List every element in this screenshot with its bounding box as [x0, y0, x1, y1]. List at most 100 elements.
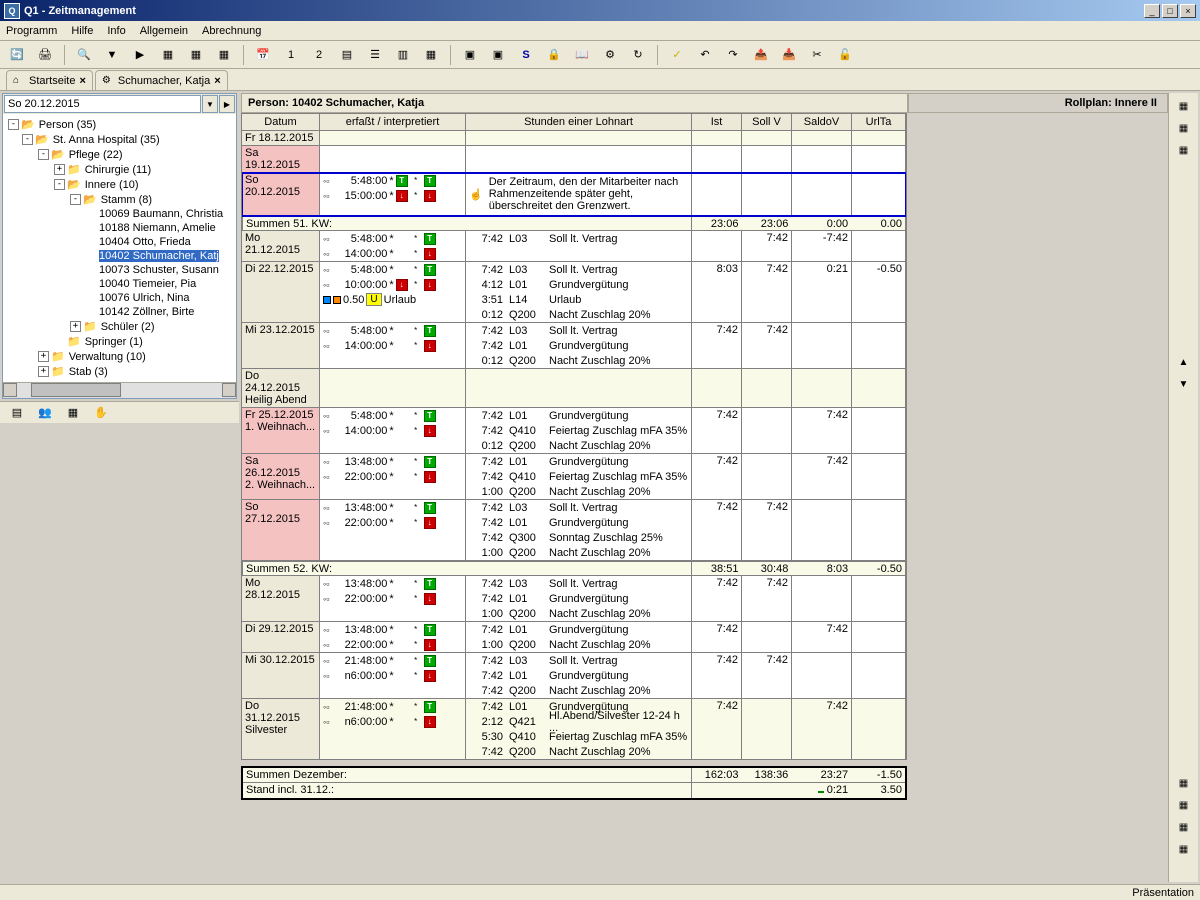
time-entry[interactable]: ◦▫5:48:00**T: [320, 408, 465, 423]
time-entry[interactable]: ◦▫22:00:00**↓: [320, 637, 465, 652]
person-tree[interactable]: -Person (35)-St. Anna Hospital (35)-Pfle…: [3, 114, 236, 382]
toolbar-filter-icon[interactable]: ▼: [101, 44, 123, 66]
tree-folder-item[interactable]: -St. Anna Hospital (35): [6, 132, 233, 147]
time-entry[interactable]: ◦▫21:48:00**T: [320, 699, 465, 714]
scroll-right-button[interactable]: [222, 383, 236, 397]
toolbar-s-icon[interactable]: S: [515, 44, 537, 66]
grid-row[interactable]: Di 22.12.2015◦▫5:48:00**T◦▫10:00:00*↓*↓ …: [242, 262, 906, 323]
expand-icon[interactable]: -: [8, 119, 19, 130]
time-entry[interactable]: ◦▫13:48:00**T: [320, 622, 465, 637]
time-entry[interactable]: ◦▫13:48:00**T: [320, 500, 465, 515]
sidebar-btn5-icon[interactable]: ▦: [1173, 796, 1195, 814]
toolbar-list-icon[interactable]: ☰: [364, 44, 386, 66]
time-entry[interactable]: ◦▫13:48:00**T: [320, 454, 465, 469]
toolbar-cal2-icon[interactable]: 2: [308, 44, 330, 66]
tree-person-item[interactable]: 10188 Niemann, Amelie: [6, 221, 233, 235]
scroll-thumb[interactable]: [31, 383, 121, 397]
time-entry[interactable]: ◦▫15:00:00*↓*↓: [320, 188, 465, 203]
grid-row[interactable]: Sa 19.12.2015: [242, 146, 906, 173]
menu-allgemein[interactable]: Allgemein: [140, 25, 188, 37]
col-header-sollv[interactable]: Soll V: [742, 114, 792, 130]
toolbar-columns-icon[interactable]: ▥: [392, 44, 414, 66]
close-icon[interactable]: ×: [214, 75, 220, 87]
grid-row[interactable]: Fr 25.12.20151. Weihnach...◦▫5:48:00**T◦…: [242, 408, 906, 454]
col-header-date[interactable]: Datum: [242, 114, 320, 130]
col-header-saldov[interactable]: SaldoV: [792, 114, 852, 130]
col-header-ist[interactable]: Ist: [692, 114, 742, 130]
tree-folder-item[interactable]: +Verwaltung (10): [6, 349, 233, 364]
expand-icon[interactable]: -: [70, 194, 81, 205]
tab-startseite[interactable]: ⌂ Startseite ×: [6, 70, 93, 90]
menu-hilfe[interactable]: Hilfe: [71, 25, 93, 37]
toolbar-refresh-icon[interactable]: 🔄: [6, 44, 28, 66]
grid-row[interactable]: Mo 28.12.2015◦▫13:48:00**T◦▫22:00:00**↓7…: [242, 576, 906, 622]
expand-icon[interactable]: -: [54, 179, 65, 190]
expand-icon[interactable]: +: [70, 321, 81, 332]
tree-folder-item[interactable]: +Stab (3): [6, 364, 233, 379]
time-entry[interactable]: ◦▫22:00:00**↓: [320, 515, 465, 530]
time-entry[interactable]: ◦▫13:48:00**T: [320, 576, 465, 591]
tree-view2-icon[interactable]: 👥: [34, 404, 56, 422]
tree-person-item[interactable]: 10404 Otto, Frieda: [6, 235, 233, 249]
toolbar-grid2-icon[interactable]: ▦: [185, 44, 207, 66]
tree-hand-icon[interactable]: ✋: [90, 404, 112, 422]
date-input[interactable]: [4, 95, 201, 113]
horizontal-scrollbar[interactable]: [3, 382, 236, 398]
time-entry[interactable]: ◦▫21:48:00**T: [320, 653, 465, 668]
toolbar-plan2-icon[interactable]: ▣: [487, 44, 509, 66]
grid-row[interactable]: Do 24.12.2015Heilig Abend: [242, 369, 906, 408]
tree-person-item[interactable]: 10040 Tiemeier, Pia: [6, 277, 233, 291]
time-entry[interactable]: ◦▫22:00:00**↓: [320, 591, 465, 606]
col-header-stunden[interactable]: Stunden einer Lohnart: [466, 114, 692, 130]
toolbar-lock-icon[interactable]: 🔒: [543, 44, 565, 66]
toolbar-export-icon[interactable]: 📤: [750, 44, 772, 66]
time-entry[interactable]: ◦▫10:00:00*↓*↓: [320, 277, 465, 292]
toolbar-grid3-icon[interactable]: ▦: [213, 44, 235, 66]
toolbar-unlock-icon[interactable]: 🔓: [834, 44, 856, 66]
menu-abrechnung[interactable]: Abrechnung: [202, 25, 261, 37]
tree-folder-item[interactable]: -Pflege (22): [6, 147, 233, 162]
grid-row[interactable]: So 27.12.2015◦▫13:48:00**T◦▫22:00:00**↓7…: [242, 500, 906, 561]
toolbar-check-icon[interactable]: ✓: [666, 44, 688, 66]
toolbar-grid4-icon[interactable]: ▦: [420, 44, 442, 66]
time-entry[interactable]: ◦▫14:00:00**↓: [320, 246, 465, 261]
grid-row[interactable]: Mi 23.12.2015◦▫5:48:00**T◦▫14:00:00**↓7:…: [242, 323, 906, 369]
tree-folder-item[interactable]: +Chirurgie (11): [6, 162, 233, 177]
toolbar-plan1-icon[interactable]: ▣: [459, 44, 481, 66]
grid-body[interactable]: Fr 18.12.2015Sa 19.12.2015So 20.12.2015◦…: [241, 131, 907, 760]
time-entry[interactable]: ◦▫n6:00:00**↓: [320, 668, 465, 683]
grid-row[interactable]: Fr 18.12.2015: [242, 131, 906, 146]
time-entry[interactable]: ◦▫n6:00:00**↓: [320, 714, 465, 729]
tree-person-item[interactable]: 10142 Zöllner, Birte: [6, 305, 233, 319]
tree-folder-item[interactable]: -Stamm (8): [6, 192, 233, 207]
date-go-button[interactable]: ▶: [219, 95, 235, 113]
tab-person[interactable]: ⚙ Schumacher, Katja ×: [95, 70, 228, 90]
toolbar-calendar-icon[interactable]: 📅: [252, 44, 274, 66]
tree-folder-item[interactable]: -Innere (10): [6, 177, 233, 192]
tree-folder-item[interactable]: -Person (35): [6, 117, 233, 132]
toolbar-import-icon[interactable]: 📥: [778, 44, 800, 66]
sidebar-btn7-icon[interactable]: ▦: [1173, 840, 1195, 858]
grid-row[interactable]: Do 31.12.2015Silvester◦▫21:48:00**T◦▫n6:…: [242, 699, 906, 760]
expand-icon[interactable]: -: [38, 149, 49, 160]
sidebar-down-icon[interactable]: ▼: [1173, 375, 1195, 393]
time-entry[interactable]: ◦▫14:00:00**↓: [320, 423, 465, 438]
time-entry[interactable]: ◦▫5:48:00**T: [320, 323, 465, 338]
toolbar-grid1-icon[interactable]: ▦: [157, 44, 179, 66]
col-header-urlta[interactable]: UrlTa: [852, 114, 906, 130]
toolbar-redo-icon[interactable]: ↷: [722, 44, 744, 66]
toolbar-table-icon[interactable]: ▤: [336, 44, 358, 66]
sidebar-up-icon[interactable]: ▲: [1173, 353, 1195, 371]
toolbar-nav-icon[interactable]: ▶: [129, 44, 151, 66]
grid-row[interactable]: Mi 30.12.2015◦▫21:48:00**T◦▫n6:00:00**↓7…: [242, 653, 906, 699]
minimize-button[interactable]: _: [1144, 4, 1160, 18]
toolbar-refresh2-icon[interactable]: ↻: [627, 44, 649, 66]
tree-person-item[interactable]: 10069 Baumann, Christia: [6, 207, 233, 221]
tree-folder-item[interactable]: +Schüler (2): [6, 319, 233, 334]
tree-folder-item[interactable]: Springer (1): [6, 334, 233, 349]
menu-info[interactable]: Info: [107, 25, 125, 37]
tree-person-item[interactable]: 10402 Schumacher, Katj: [6, 249, 233, 263]
expand-icon[interactable]: +: [38, 366, 49, 377]
toolbar-print-icon[interactable]: 🖨: [34, 44, 56, 66]
tree-person-item[interactable]: 10076 Ulrich, Nina: [6, 291, 233, 305]
